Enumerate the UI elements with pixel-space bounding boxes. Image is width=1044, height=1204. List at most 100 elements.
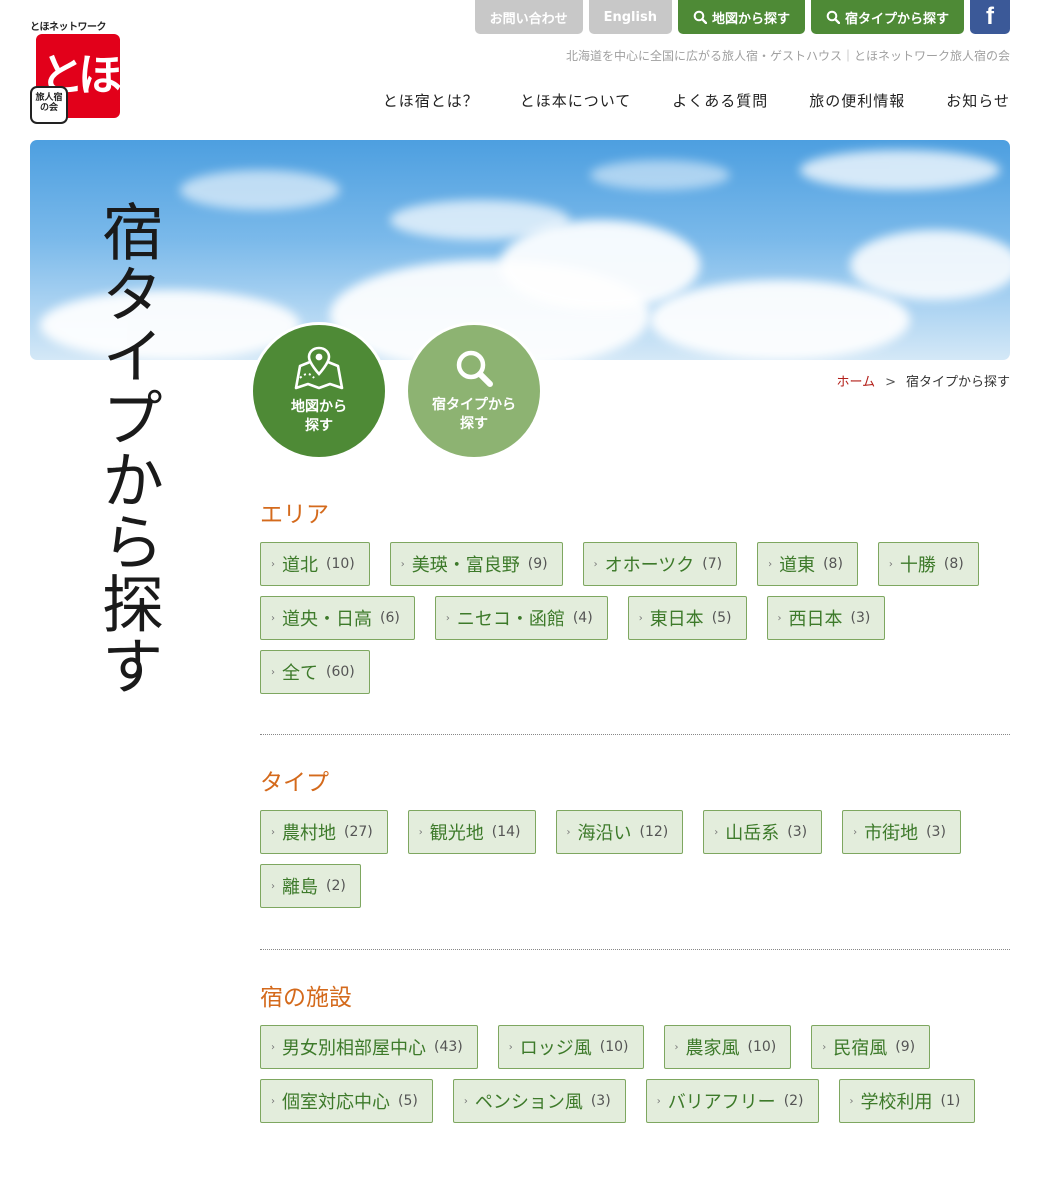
type-circle-line1: 宿タイプから [432,397,516,413]
map-search-button[interactable]: 地図から探す [677,0,805,34]
tag-count: (60) [326,664,355,680]
area-tag-list: › 道北 (10) › 美瑛・富良野 (9) › オホーツク (7) › 道東 (8) › 十勝 (… [260,542,1010,694]
site-logo[interactable]: とほネットワーク とほ 旅人宿の会 [30,18,122,126]
nav-item-travel-info[interactable]: 旅の便利情報 [809,90,905,111]
tag-count: (9) [895,1039,916,1055]
tag-type-urban[interactable]: › 市街地 (3) [842,810,961,854]
tag-area-all[interactable]: › 全て (60) [260,650,370,694]
tag-type-tourist[interactable]: › 観光地 (14) [407,810,536,854]
search-icon [693,10,707,24]
map-search-circle-button[interactable]: 地図から 探す [250,322,388,460]
tag-label: 道央・日高 [282,609,372,630]
tag-label: 海沿い [577,823,632,844]
tag-area-east-japan[interactable]: › 東日本 (5) [627,596,747,640]
map-search-label: 地図から探す [711,11,790,27]
tag-label: 個室対応中心 [282,1092,390,1113]
tag-facility-private-room[interactable]: › 個室対応中心 (5) [260,1079,433,1123]
tag-count: (27) [344,824,373,840]
tag-area-doo-hidaka[interactable]: › 道央・日高 (6) [260,596,415,640]
tag-facility-farmhouse[interactable]: › 農家風 (10) [663,1025,792,1069]
tag-count: (1) [940,1093,961,1109]
chevron-right-icon: › [271,558,275,570]
tag-count: (8) [943,556,964,572]
tag-label: 全て [282,663,318,684]
tag-facility-lodge[interactable]: › ロッジ風 (10) [497,1025,644,1069]
tag-label: バリアフリー [667,1092,776,1113]
chevron-right-icon: › [849,1095,854,1107]
tag-area-doto[interactable]: › 道東 (8) [757,542,858,586]
tag-facility-dormitory[interactable]: › 男女別相部屋中心 (43) [260,1025,478,1069]
tag-count: (9) [527,556,548,572]
tag-count: (2) [783,1093,804,1109]
tag-label: 学校利用 [860,1092,933,1113]
nav-item-book[interactable]: とほ本について [520,90,632,111]
contact-button[interactable]: お問い合わせ [474,0,583,34]
tag-label: ロッジ風 [519,1038,592,1059]
top-button-bar: お問い合わせ English 地図から探す 宿タイプから探す f [474,0,1010,34]
tag-count: (3) [787,824,808,840]
tag-facility-barrier-free[interactable]: › バリアフリー (2) [645,1079,819,1123]
type-search-button[interactable]: 宿タイプから探す [810,0,964,34]
tag-count: (3) [850,610,871,626]
chevron-right-icon: › [888,558,893,570]
logo-seal: 旅人宿の会 [30,86,68,124]
tag-area-west-japan[interactable]: › 西日本 (3) [766,596,886,640]
page-title: 宿タイプから探す [91,200,164,696]
chevron-right-icon: › [400,558,405,570]
chevron-right-icon: › [271,1041,275,1053]
section-title: 宿の施設 [260,985,352,1011]
tag-label: ペンション風 [474,1092,583,1113]
search-icon [826,10,840,24]
chevron-right-icon: › [714,826,719,838]
type-section: タイプ › 農村地 (27) › 観光地 (14) › 海沿い (12) › 山岳系 (3) ›… [260,768,1010,908]
tag-type-seaside[interactable]: › 海沿い (12) [555,810,684,854]
type-search-label: 宿タイプから探す [844,11,949,27]
map-circle-line1: 地図から [291,399,347,415]
tag-facility-school[interactable]: › 学校利用 (1) [838,1079,976,1123]
chevron-right-icon: › [271,826,275,838]
tag-count: (43) [434,1039,463,1055]
chevron-right-icon: › [768,558,773,570]
tag-label: 東日本 [649,609,704,630]
tag-count: (6) [380,610,400,626]
chevron-right-icon: › [638,612,643,624]
tag-count: (5) [398,1093,418,1109]
tag-label: 民宿風 [833,1038,888,1059]
breadcrumb-separator: > [885,375,896,390]
tag-count: (10) [599,1039,629,1055]
section-title: タイプ [260,770,329,796]
tag-area-okhotsk[interactable]: › オホーツク (7) [582,542,738,586]
nav-item-news[interactable]: お知らせ [946,90,1010,111]
hero-sky-image [30,140,1010,360]
breadcrumb-current: 宿タイプから探す [905,375,1010,390]
tag-type-rural[interactable]: › 農村地 (27) [260,810,388,854]
tag-label: 離島 [282,877,318,898]
tag-facility-pension[interactable]: › ペンション風 (3) [452,1079,626,1123]
tag-label: 農家風 [685,1038,740,1059]
chevron-right-icon: › [593,558,598,570]
tag-label: 山岳系 [725,823,780,844]
nav-item-about[interactable]: とほ宿とは？ [383,90,479,111]
tag-area-niseko-hakodate[interactable]: › ニセコ・函館 (4) [434,596,608,640]
chevron-right-icon: › [271,612,275,624]
english-button[interactable]: English [588,0,672,34]
tag-label: 十勝 [899,555,936,576]
type-search-circle-button[interactable]: 宿タイプから 探す [405,322,543,460]
tag-area-biei-furano[interactable]: › 美瑛・富良野 (9) [389,542,563,586]
tag-area-tokachi[interactable]: › 十勝 (8) [877,542,979,586]
logo-top-text: とほネットワーク [30,22,107,33]
chevron-right-icon: › [418,826,423,838]
tag-type-island[interactable]: › 離島 (2) [260,864,361,908]
tag-count: (10) [747,1039,777,1055]
section-title: エリア [260,502,329,528]
nav-item-faq[interactable]: よくある質問 [672,90,768,111]
facebook-button[interactable]: f [970,0,1010,34]
tag-label: 道北 [282,555,318,576]
tag-area-dohoku[interactable]: › 道北 (10) [260,542,370,586]
tag-facility-minshuku[interactable]: › 民宿風 (9) [811,1025,931,1069]
tag-type-mountain[interactable]: › 山岳系 (3) [703,810,823,854]
tag-label: 美瑛・富良野 [411,555,520,576]
breadcrumb-home[interactable]: ホーム [836,375,875,390]
section-divider [260,734,1010,735]
global-nav: とほ宿とは？ とほ本について よくある質問 旅の便利情報 お知らせ [383,90,1010,111]
